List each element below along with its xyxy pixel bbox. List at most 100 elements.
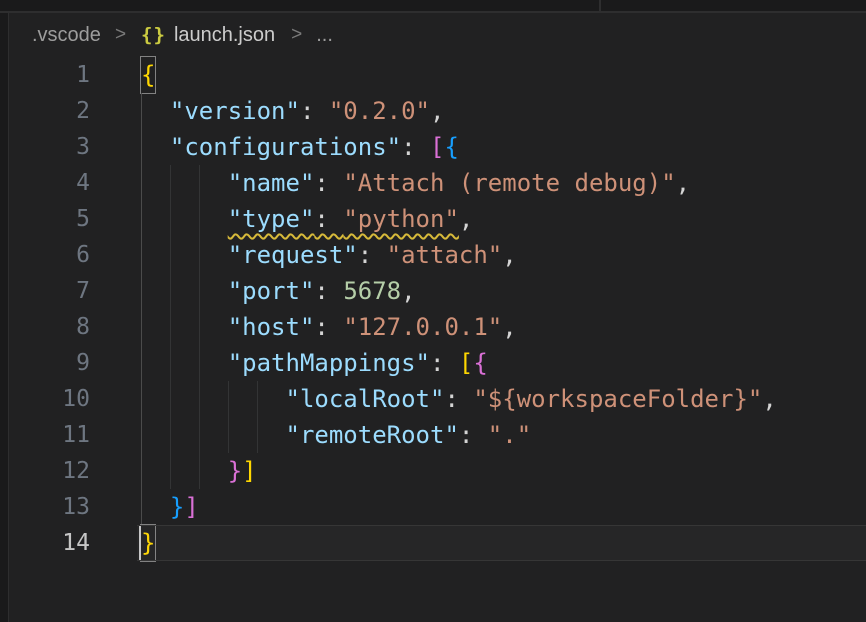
line-number: 12 xyxy=(9,453,90,489)
code-token: : xyxy=(300,97,329,125)
indent-guide xyxy=(199,201,200,237)
code-line[interactable]: 5 "type": "python", xyxy=(9,201,866,237)
indent-guide xyxy=(170,201,171,237)
code-token: "name" xyxy=(228,169,315,197)
code-token: "version" xyxy=(170,97,300,125)
code-area[interactable]: 1{2 "version": "0.2.0",3 "configurations… xyxy=(9,57,866,561)
line-content: "port": 5678, xyxy=(141,273,866,309)
line-content: { xyxy=(141,57,866,93)
indent-guide xyxy=(141,489,142,525)
code-token: , xyxy=(459,205,473,233)
tab-divider xyxy=(599,0,601,11)
indent-guide xyxy=(170,453,171,489)
indent-guide xyxy=(141,129,142,165)
code-token: , xyxy=(762,385,776,413)
code-token: { xyxy=(444,133,458,161)
line-content: "name": "Attach (remote debug)", xyxy=(141,165,866,201)
code-line[interactable]: 14} xyxy=(9,525,866,561)
code-token: "Attach (remote debug)" xyxy=(343,169,675,197)
code-token: : xyxy=(459,421,488,449)
code-token: , xyxy=(430,97,444,125)
line-content: "remoteRoot": "." xyxy=(141,417,866,453)
code-token: , xyxy=(502,241,516,269)
code-token: "port" xyxy=(228,277,315,305)
code-line[interactable]: 7 "port": 5678, xyxy=(9,273,866,309)
code-token: : xyxy=(314,313,343,341)
code-token: "host" xyxy=(228,313,315,341)
indent-guide xyxy=(199,273,200,309)
code-token: : xyxy=(444,385,473,413)
code-token: [ xyxy=(430,133,444,161)
code-token: , xyxy=(401,277,415,305)
line-number: 11 xyxy=(9,417,90,453)
code-line[interactable]: 2 "version": "0.2.0", xyxy=(9,93,866,129)
indent-guide xyxy=(228,417,229,453)
indent-guide xyxy=(199,345,200,381)
chevron-right-icon: > xyxy=(291,24,302,46)
indent-guide xyxy=(228,381,229,417)
code-token: "127.0.0.1" xyxy=(343,313,502,341)
line-content: "version": "0.2.0", xyxy=(141,93,866,129)
breadcrumb-folder[interactable]: .vscode xyxy=(32,24,101,47)
tab-bar-edge xyxy=(0,0,866,13)
code-line[interactable]: 11 "remoteRoot": "." xyxy=(9,417,866,453)
indent-guide xyxy=(141,273,142,309)
warning-squiggle: "type": "python" xyxy=(228,205,459,233)
indent-guide xyxy=(170,237,171,273)
code-token: "${workspaceFolder}" xyxy=(473,385,762,413)
code-token: "." xyxy=(488,421,531,449)
code-token: "python" xyxy=(343,205,459,233)
code-line[interactable]: 4 "name": "Attach (remote debug)", xyxy=(9,165,866,201)
code-line[interactable]: 3 "configurations": [{ xyxy=(9,129,866,165)
code-line[interactable]: 1{ xyxy=(9,57,866,93)
code-token: : xyxy=(314,169,343,197)
line-content: "request": "attach", xyxy=(141,237,866,273)
indent-guide xyxy=(170,381,171,417)
code-token: "localRoot" xyxy=(286,385,445,413)
indent-guide xyxy=(141,453,142,489)
code-token: { xyxy=(473,349,487,377)
indent-guide xyxy=(141,93,142,129)
code-token: ] xyxy=(242,457,256,485)
code-token: 5678 xyxy=(343,277,401,305)
line-number: 8 xyxy=(9,309,90,345)
code-line[interactable]: 9 "pathMappings": [{ xyxy=(9,345,866,381)
code-token: } xyxy=(228,457,242,485)
line-number: 14 xyxy=(9,525,90,561)
code-token: "attach" xyxy=(387,241,503,269)
code-token: ] xyxy=(184,493,198,521)
code-line[interactable]: 12 }] xyxy=(9,453,866,489)
indent-guide xyxy=(170,417,171,453)
code-token: : xyxy=(314,277,343,305)
indent-guide xyxy=(199,309,200,345)
line-number: 6 xyxy=(9,237,90,273)
breadcrumb-file[interactable]: launch.json xyxy=(174,24,275,47)
code-line[interactable]: 8 "host": "127.0.0.1", xyxy=(9,309,866,345)
line-content: "host": "127.0.0.1", xyxy=(141,309,866,345)
line-content: "pathMappings": [{ xyxy=(141,345,866,381)
line-content: }] xyxy=(141,453,866,489)
line-number: 7 xyxy=(9,273,90,309)
indent-guide xyxy=(170,165,171,201)
line-number: 9 xyxy=(9,345,90,381)
bracket-match: { xyxy=(141,57,155,93)
code-line[interactable]: 13 }] xyxy=(9,489,866,525)
code-token: "0.2.0" xyxy=(329,97,430,125)
breadcrumb-symbol[interactable]: ... xyxy=(316,24,333,47)
line-content: "configurations": [{ xyxy=(141,129,866,165)
code-token: : xyxy=(358,241,387,269)
code-token: "request" xyxy=(228,241,358,269)
code-token: , xyxy=(676,169,690,197)
code-line[interactable]: 6 "request": "attach", xyxy=(9,237,866,273)
indent-guide xyxy=(141,345,142,381)
indent-guide xyxy=(141,165,142,201)
chevron-right-icon: > xyxy=(115,24,126,46)
line-content: "localRoot": "${workspaceFolder}", xyxy=(141,381,866,417)
code-token: : xyxy=(401,133,430,161)
line-number: 13 xyxy=(9,489,90,525)
bracket-match: } xyxy=(141,525,155,561)
indent-guide xyxy=(199,237,200,273)
code-line[interactable]: 10 "localRoot": "${workspaceFolder}", xyxy=(9,381,866,417)
code-token: "configurations" xyxy=(170,133,401,161)
json-file-icon: {} xyxy=(141,24,166,46)
